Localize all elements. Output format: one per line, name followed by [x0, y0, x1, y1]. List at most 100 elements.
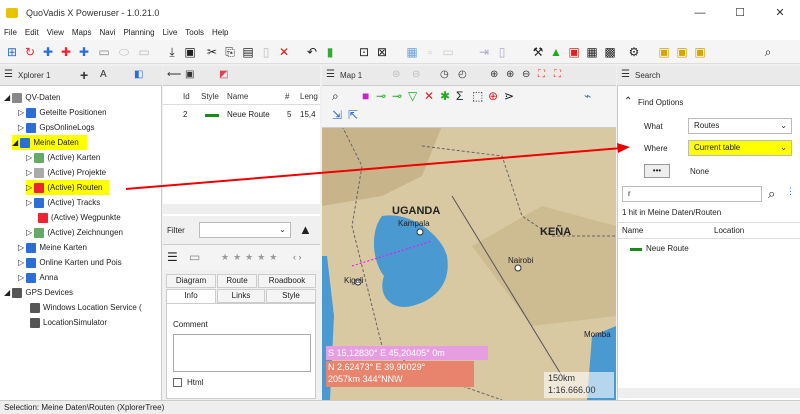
tree-item-karten[interactable]: ▷ (Active) Karten: [26, 150, 100, 165]
col-result-location[interactable]: Location: [714, 226, 744, 235]
pan-icon[interactable]: ⇱: [348, 108, 358, 122]
tree-item-projekte[interactable]: ▷ (Active) Projekte: [26, 165, 106, 180]
disk-icon[interactable]: ⬭: [116, 44, 132, 60]
menu-icon[interactable]: ☰: [4, 69, 13, 80]
split-icon[interactable]: ▫: [422, 44, 438, 60]
camera-icon[interactable]: ▣: [185, 69, 194, 80]
tree-item-online-karten[interactable]: ▷ Online Karten und Pois: [18, 255, 122, 270]
search-input[interactable]: r: [622, 186, 762, 202]
zoom-out-icon[interactable]: ⊖: [522, 69, 530, 80]
save-icon[interactable]: ▣: [182, 44, 198, 60]
menu-planning[interactable]: Planning: [119, 26, 158, 39]
flag-icon[interactable]: ▣: [566, 44, 582, 60]
tab-style[interactable]: Style: [266, 289, 316, 303]
tree-item-routen[interactable]: ▷ (Active) Routen: [26, 180, 109, 195]
stack-icon[interactable]: ⊜: [392, 69, 400, 80]
time-icon[interactable]: ◴: [458, 69, 467, 80]
add-point-icon[interactable]: ✚: [58, 44, 74, 60]
zoom-fit-icon[interactable]: ⊕: [490, 69, 498, 80]
search-map-icon[interactable]: ⌕: [332, 89, 339, 104]
db-icon[interactable]: ⊝: [412, 69, 420, 80]
html-checkbox[interactable]: [173, 378, 182, 387]
zoom-in-icon[interactable]: ⊕: [506, 69, 514, 80]
layout-2-icon[interactable]: ▣: [674, 44, 690, 60]
tools-icon[interactable]: ⚒: [530, 44, 546, 60]
col-result-name[interactable]: Name: [622, 226, 643, 235]
search-menu-icon[interactable]: ☰: [621, 69, 630, 80]
collapse-icon[interactable]: ⌃: [624, 96, 632, 107]
tree-item-geteilte-positionen[interactable]: ▷ Geteilte Positionen: [18, 105, 107, 120]
route-node-icon[interactable]: ⊸: [392, 89, 402, 103]
palette-icon[interactable]: ◩: [219, 69, 228, 80]
tree-item-gps-devices[interactable]: ◢ GPS Devices: [4, 285, 73, 300]
marker-icon[interactable]: ■: [362, 89, 369, 103]
cursor-icon[interactable]: ⇲: [332, 108, 342, 122]
clipboard-icon[interactable]: ▯: [258, 44, 274, 60]
add-route-icon[interactable]: ✚: [40, 44, 56, 60]
table-row[interactable]: 2 Neue Route 5 15,4: [163, 108, 320, 122]
text-icon[interactable]: A: [100, 69, 107, 80]
tab-links[interactable]: Links: [217, 289, 265, 303]
panel-toggle-icon[interactable]: ▭: [189, 250, 200, 264]
crosshair-icon[interactable]: ⊕: [488, 89, 498, 103]
search-toolbar-icon[interactable]: ⌕: [760, 44, 776, 60]
col-name[interactable]: Name: [227, 92, 248, 101]
layout-3-icon[interactable]: ▣: [692, 44, 708, 60]
col-length[interactable]: Leng: [300, 92, 318, 101]
menu-file[interactable]: File: [0, 26, 21, 39]
refresh-icon[interactable]: ↻: [22, 44, 38, 60]
add-track-icon[interactable]: ✚: [76, 44, 92, 60]
tree-item-zeichnungen[interactable]: ▷ (Active) Zeichnungen: [26, 225, 123, 240]
pin-icon[interactable]: ◧: [134, 69, 143, 80]
arrow-right-icon[interactable]: ⇥: [476, 44, 492, 60]
maximize-button[interactable]: ☐: [720, 4, 760, 22]
menu-navi[interactable]: Navi: [95, 26, 119, 39]
triangle-marker-icon[interactable]: ▲: [299, 222, 312, 237]
layout-icon[interactable]: ▭: [440, 44, 456, 60]
zoom-area-icon[interactable]: ⛶: [538, 69, 545, 80]
sum-icon[interactable]: Σ: [456, 89, 463, 103]
copy-icon[interactable]: ⎘: [222, 44, 238, 60]
table-icon[interactable]: ▦: [404, 44, 420, 60]
menu-maps[interactable]: Maps: [68, 26, 96, 39]
rating-stars-icon[interactable]: ★★★★★: [221, 252, 281, 263]
layout-1-icon[interactable]: ▣: [656, 44, 672, 60]
merge-icon[interactable]: ⋗: [504, 89, 514, 103]
menu-edit[interactable]: Edit: [21, 26, 43, 39]
comment-textarea[interactable]: [173, 334, 311, 372]
clock-icon[interactable]: ◷: [440, 69, 449, 80]
selection-icon[interactable]: ⬚: [472, 89, 483, 103]
route-point-icon[interactable]: ⊸: [376, 89, 386, 103]
result-row[interactable]: Neue Route: [622, 244, 792, 256]
col-style[interactable]: Style: [201, 92, 219, 101]
deselect-icon[interactable]: ⊠: [374, 44, 390, 60]
back-arrow-icon[interactable]: ⟵: [167, 69, 181, 80]
satellite-icon[interactable]: ⌁: [584, 89, 591, 103]
paste-icon[interactable]: ▤: [240, 44, 256, 60]
tab-roadbook[interactable]: Roadbook: [258, 274, 316, 288]
map-menu-icon[interactable]: ☰: [326, 69, 335, 80]
tree-item-meine-daten[interactable]: ◢ Meine Daten: [12, 135, 87, 150]
add-icon[interactable]: +: [80, 67, 88, 83]
tree-item-gps-online-logs[interactable]: ▷ GpsOnlineLogs: [18, 120, 95, 135]
minimize-button[interactable]: —: [680, 4, 720, 22]
tree-item-meine-karten[interactable]: ▷ Meine Karten: [18, 240, 87, 255]
tab-route[interactable]: Route: [217, 274, 257, 288]
triangle-icon[interactable]: ▲: [548, 44, 564, 60]
menu-help[interactable]: Help: [208, 26, 232, 39]
tree-item-location-simulator[interactable]: LocationSimulator: [30, 315, 107, 330]
col-id[interactable]: Id: [183, 92, 190, 101]
more-button[interactable]: •••: [644, 164, 670, 178]
tab-info[interactable]: Info: [166, 289, 216, 303]
tree-item-windows-location[interactable]: Windows Location Service (: [30, 300, 142, 315]
close-button[interactable]: ✕: [760, 4, 800, 22]
select-box-icon[interactable]: ⊡: [356, 44, 372, 60]
checker-icon[interactable]: ▩: [602, 44, 618, 60]
menu-view[interactable]: View: [43, 26, 68, 39]
trash-icon[interactable]: ▮: [322, 44, 338, 60]
panel-icon[interactable]: ▯: [494, 44, 510, 60]
tree-item-anna[interactable]: ▷ Anna: [18, 270, 58, 285]
nav-arrows-icon[interactable]: ‹ ›: [293, 252, 302, 262]
tab-diagram[interactable]: Diagram: [166, 274, 216, 288]
delete-icon[interactable]: ✕: [276, 44, 292, 60]
